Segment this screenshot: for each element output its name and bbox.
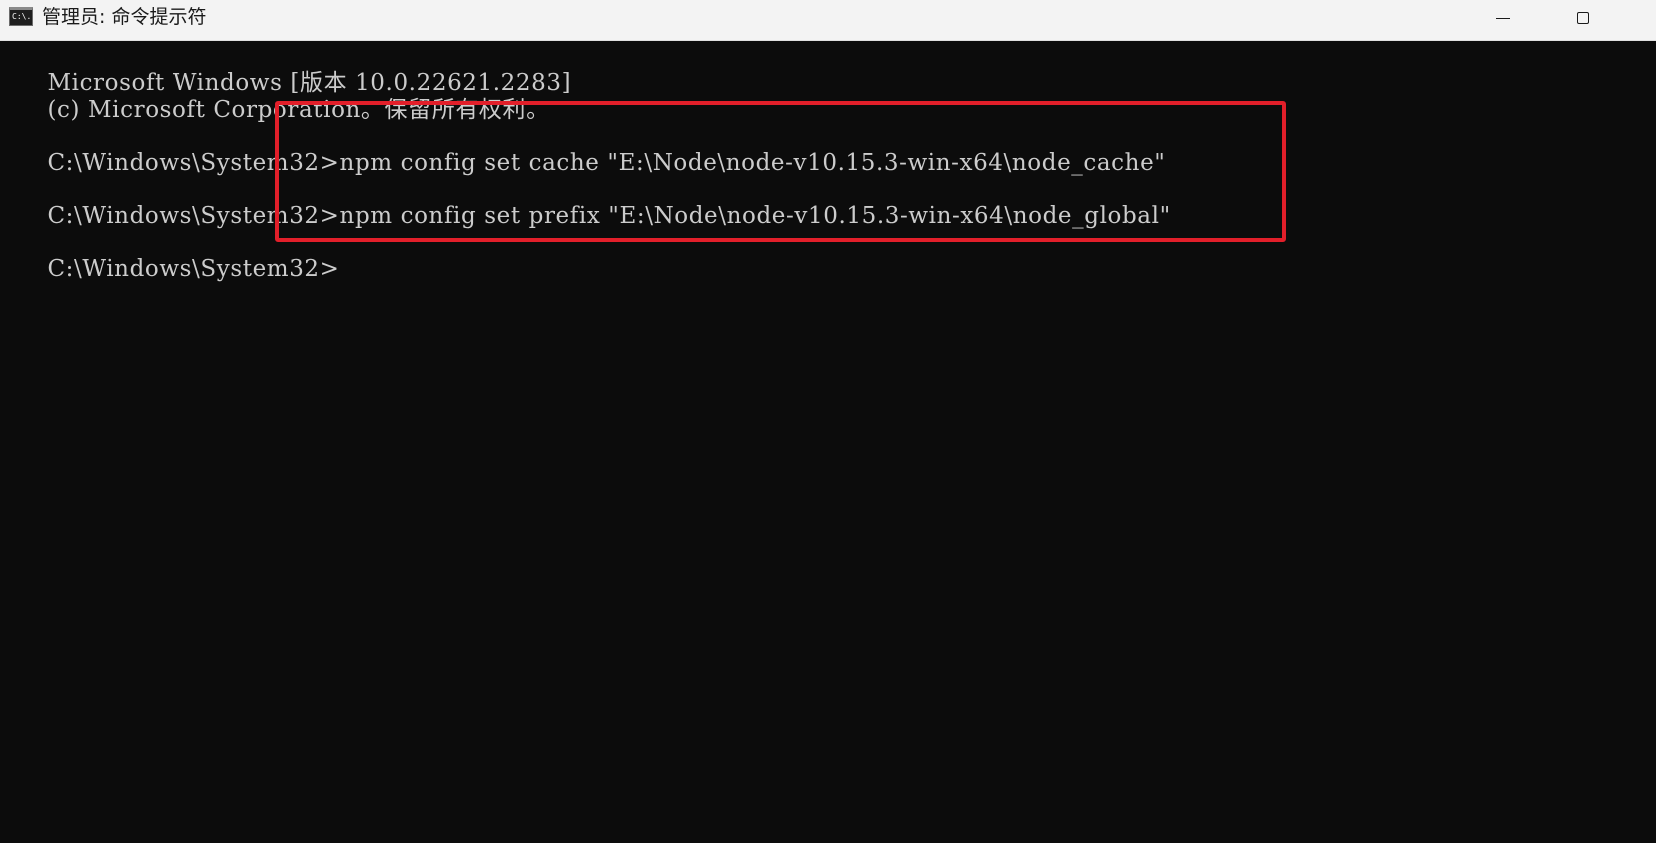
prompt-text: C:\Windows\System32> [47,256,340,282]
console-line-version: Microsoft Windows [版本 10.0.22621.2283] [0,41,571,96]
window-title: 管理员: 命令提示符 [42,6,207,28]
console-output[interactable]: Microsoft Windows [版本 10.0.22621.2283] (… [0,41,1656,843]
cmd-icon: C:\. [9,7,33,26]
maximize-icon [1577,12,1589,24]
minimize-icon [1496,17,1510,19]
maximize-button[interactable] [1548,0,1618,36]
highlight-annotation-box [275,101,1286,242]
minimize-button[interactable] [1468,0,1538,36]
cmd-window: C:\. 管理员: 命令提示符 Microsoft Windows [版本 10… [0,0,1656,843]
console-line-copyright: (c) Microsoft Corporation。保留所有权利。 [0,68,550,123]
title-bar[interactable]: C:\. 管理员: 命令提示符 [0,0,1656,41]
